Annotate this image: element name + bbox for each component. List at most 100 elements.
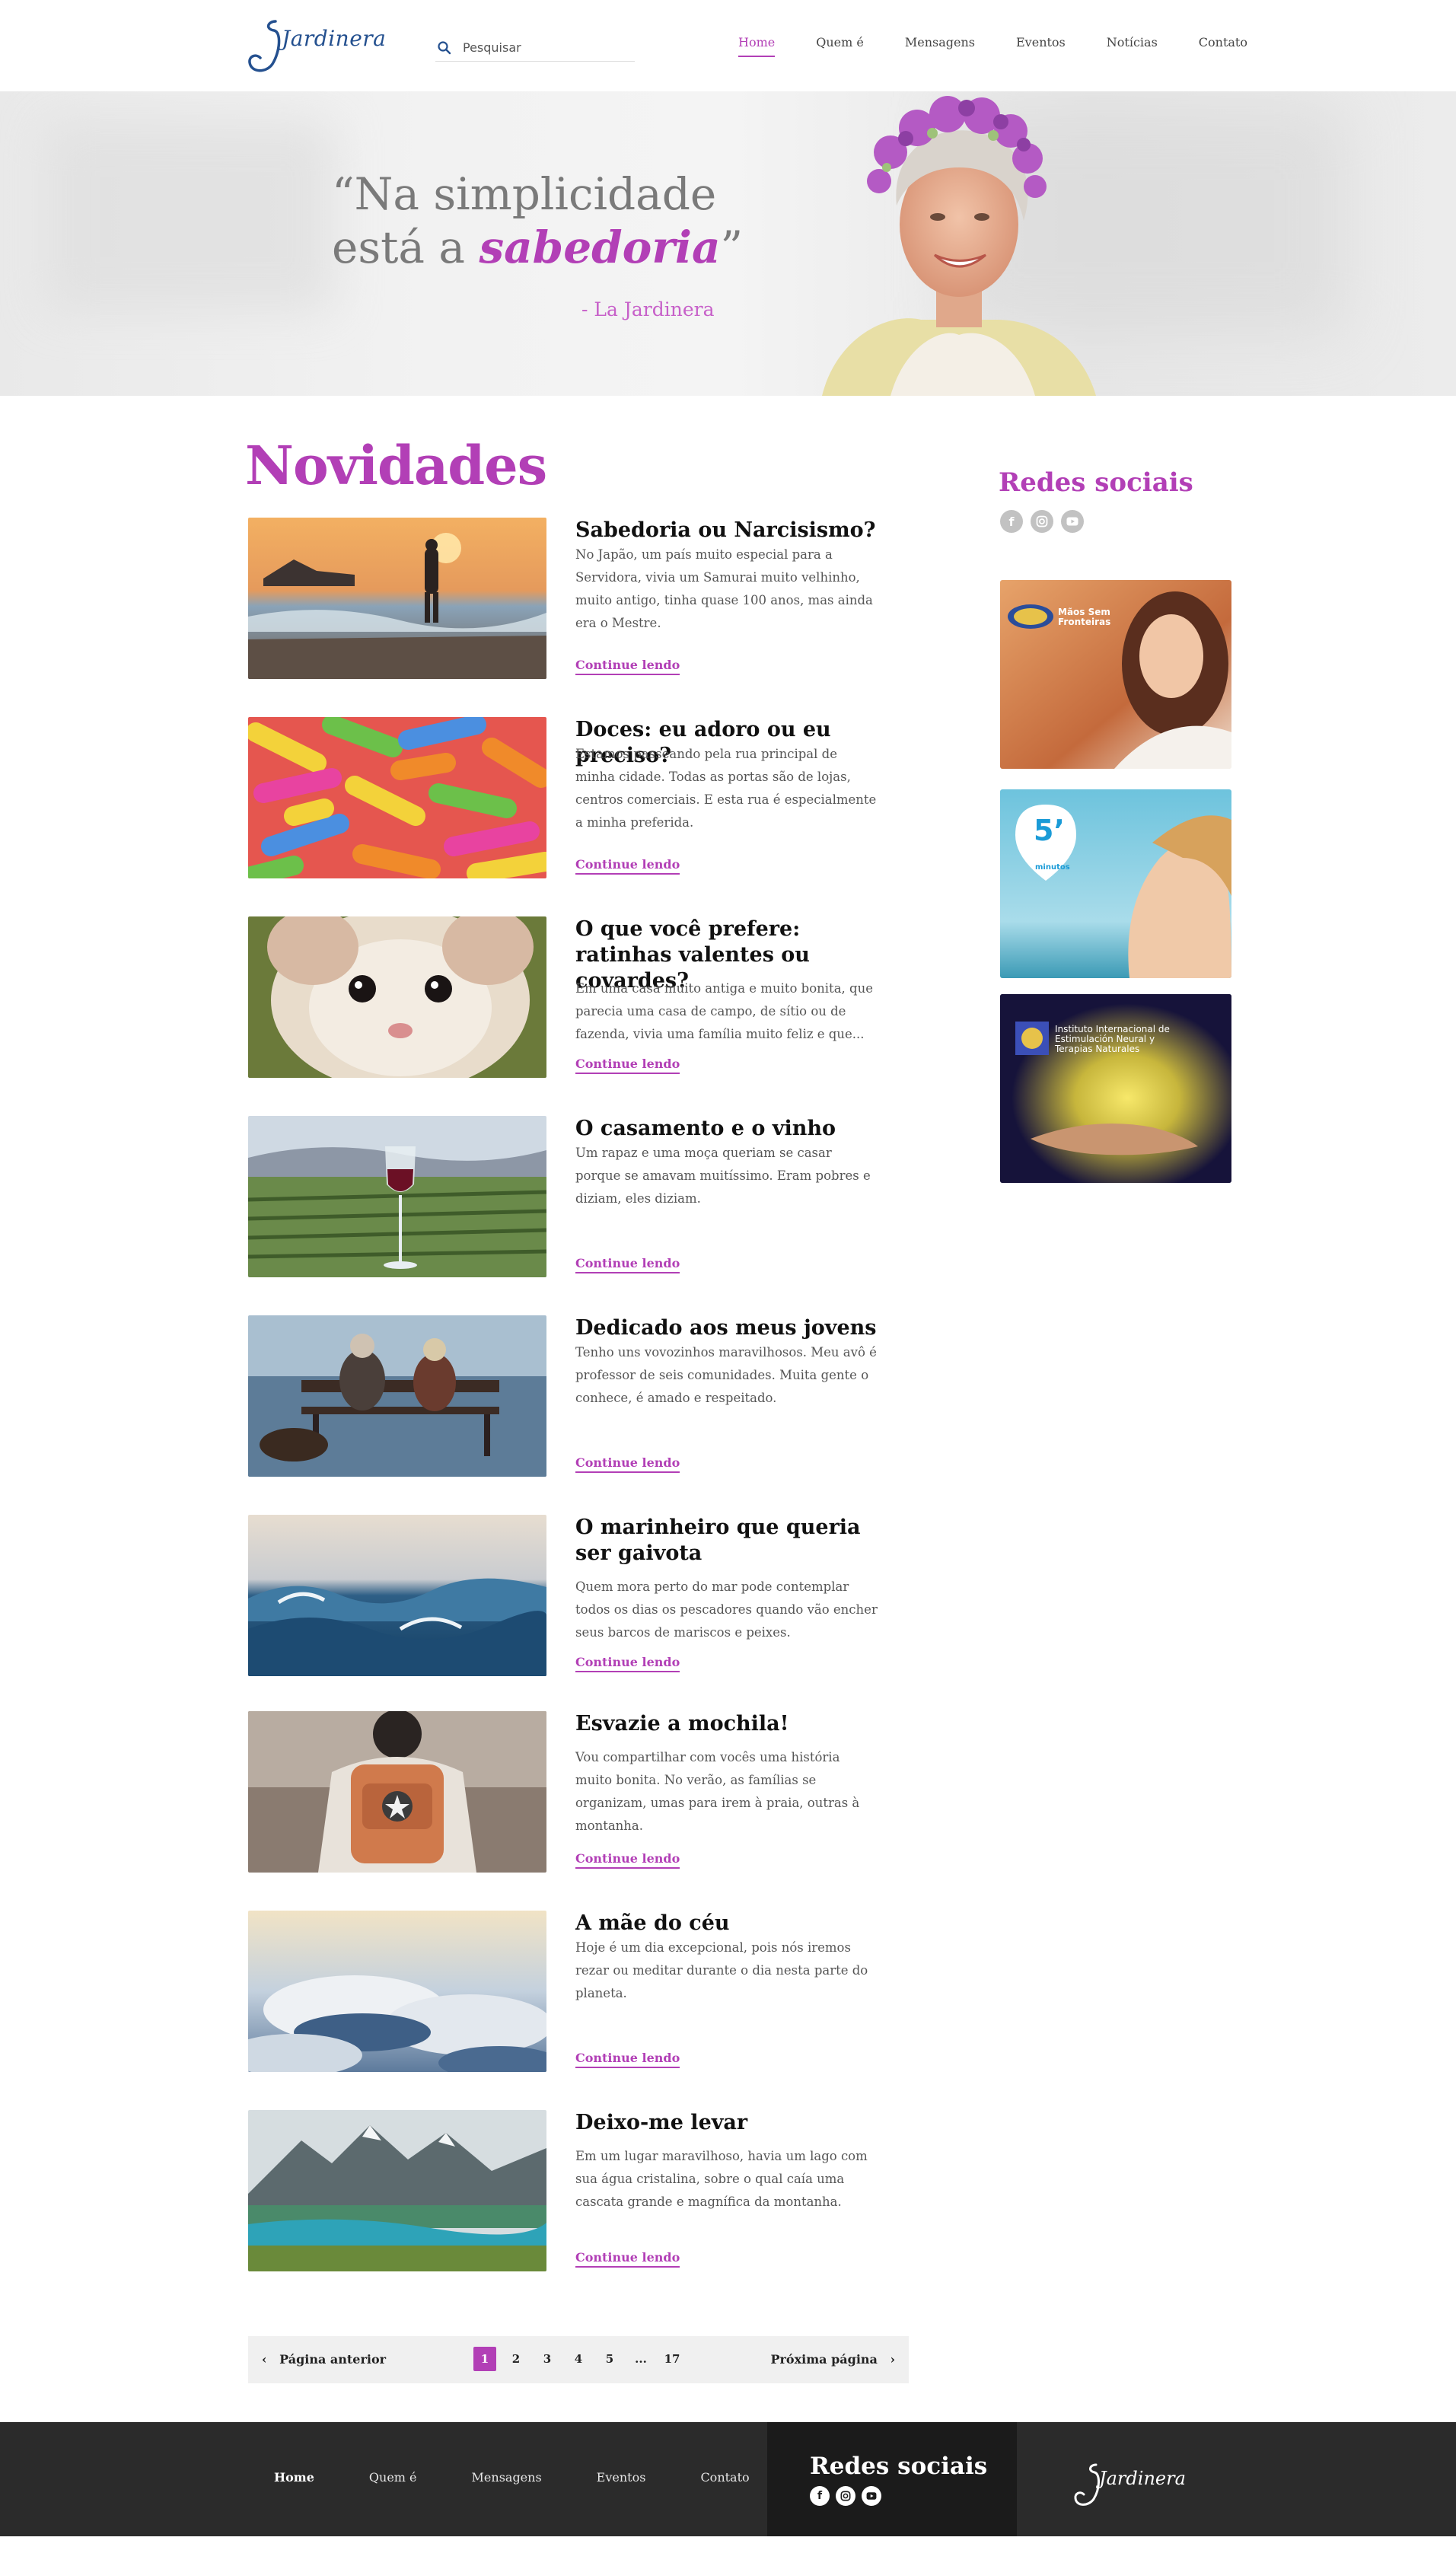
page-ellipsis: ... [635,2352,647,2366]
post-card: Doces: eu adoro ou eu preciso? Estamos p… [248,717,876,878]
sidebar-ad-maos-sem-fronteiras[interactable]: Mãos Sem Fronteiras [1000,580,1231,769]
site-footer: Home Quem é Mensagens Eventos Contato Re… [0,2422,1456,2536]
footer-nav-contato[interactable]: Contato [700,2470,749,2485]
post-title[interactable]: Deixo-me levar [575,2110,880,2136]
previous-page-button[interactable]: ‹ Página anterior [262,2352,386,2367]
continue-reading-link[interactable]: Continue lendo [575,1057,680,1074]
page-2[interactable]: 2 [505,2347,527,2371]
post-excerpt: Em uma casa muito antiga e muito bonita,… [575,981,873,1041]
instagram-icon[interactable] [836,2486,855,2506]
nav-mensagens[interactable]: Mensagens [905,35,975,57]
ad-text: Instituto Internacional de Estimulación … [1055,1024,1170,1054]
post-card: A mãe do céu Hoje é um dia excepcional, … [248,1911,872,2072]
main-nav: Home Quem é Mensagens Eventos Notícias C… [738,35,1247,57]
next-page-button[interactable]: Próxima página › [770,2352,895,2367]
instagram-icon[interactable] [1031,510,1053,533]
footer-logo-text: Jardinera [1099,2468,1186,2489]
page-4[interactable]: 4 [567,2347,590,2371]
post-card: O casamento e o vinho Um rapaz e uma moç… [248,1116,872,1277]
nav-home[interactable]: Home [738,35,776,57]
post-title[interactable]: Sabedoria ou Narcisismo? [575,518,880,543]
continue-reading-link[interactable]: Continue lendo [575,2051,680,2068]
post-thumbnail[interactable] [248,1116,546,1277]
footer-nav-home[interactable]: Home [274,2470,314,2485]
continue-reading-link[interactable]: Continue lendo [575,857,680,875]
post-thumbnail[interactable] [248,916,546,1078]
site-logo[interactable]: Jardinera [245,14,386,79]
post-title[interactable]: A mãe do céu [575,1911,880,1936]
post-card: O que você prefere: ratinhas valentes ou… [248,916,873,1078]
next-page-label: Próxima página [770,2352,878,2367]
post-thumbnail[interactable] [248,2110,546,2271]
page-3[interactable]: 3 [536,2347,559,2371]
section-title: Novidades [245,434,547,497]
sidebar-ad-5-minutos[interactable]: 5’ minutos [1000,789,1231,978]
continue-reading-link[interactable]: Continue lendo [575,1851,680,1869]
post-title[interactable]: Dedicado aos meus jovens [575,1315,880,1341]
post-card: O marinheiro que queria ser gaivota Quem… [248,1515,878,1676]
hero-quote: “Na simplicidade está a sabedoria” [332,167,743,274]
search-bar[interactable] [435,34,635,62]
previous-page-label: Página anterior [279,2352,387,2367]
logo-text: Jardinera [282,26,387,51]
continue-reading-link[interactable]: Continue lendo [575,658,680,675]
post-excerpt: No Japão, um país muito especial para a … [575,547,873,630]
facebook-icon[interactable]: f [810,2486,830,2506]
post-card: Sabedoria ou Narcisismo? No Japão, um pa… [248,518,876,679]
nav-noticias[interactable]: Notícias [1107,35,1158,57]
post-thumbnail[interactable] [248,1911,546,2072]
search-icon[interactable] [437,40,452,56]
nav-contato[interactable]: Contato [1199,35,1247,57]
post-card: Esvazie a mochila! Vou compartilhar com … [248,1711,872,1873]
page-numbers: 1 2 3 4 5 ... 17 [473,2347,692,2371]
post-excerpt: Tenho uns vovozinhos maravilhosos. Meu a… [575,1345,877,1405]
post-thumbnail[interactable] [248,717,546,878]
post-title[interactable]: O marinheiro que queria ser gaivota [575,1515,880,1567]
hero-quote-prefix: está a [332,222,479,273]
facebook-icon[interactable]: f [1000,510,1023,533]
post-excerpt: Hoje é um dia excepcional, pois nós irem… [575,1940,868,2000]
hero-portrait-image [822,96,1096,396]
post-title[interactable]: Esvazie a mochila! [575,1711,880,1737]
post-excerpt: Estamos passeando pela rua principal de … [575,747,877,830]
footer-nav-mensagens[interactable]: Mensagens [472,2470,542,2485]
post-thumbnail[interactable] [248,1315,546,1477]
post-thumbnail[interactable] [248,518,546,679]
hero-quote-line2: está a sabedoria” [332,221,743,274]
nav-eventos[interactable]: Eventos [1016,35,1066,57]
pagination: ‹ Página anterior 1 2 3 4 5 ... 17 Próxi… [248,2336,909,2383]
page-1[interactable]: 1 [473,2347,496,2371]
footer-social-links: f [810,2486,887,2506]
search-input[interactable] [463,40,630,55]
footer-logo[interactable]: Jardinera [1072,2459,1186,2512]
youtube-icon[interactable] [862,2486,881,2506]
hero-quote-emphasis: sabedoria [479,222,721,273]
post-excerpt: Quem mora perto do mar pode contemplar t… [575,1579,878,1640]
page-17[interactable]: 17 [661,2347,683,2371]
ad-subtext: minutos [1035,863,1070,872]
ad-image [1000,994,1231,1183]
post-thumbnail[interactable] [248,1711,546,1873]
hero-banner: “Na simplicidade está a sabedoria” - La … [0,91,1456,396]
post-excerpt: Um rapaz e uma moça queriam se casar por… [575,1146,871,1206]
footer-social-title: Redes sociais [810,2453,988,2480]
continue-reading-link[interactable]: Continue lendo [575,1655,680,1672]
continue-reading-link[interactable]: Continue lendo [575,1455,680,1473]
continue-reading-link[interactable]: Continue lendo [575,1256,680,1273]
site-header: Jardinera Home Quem é Mensagens Eventos … [0,0,1456,91]
footer-social-box: Redes sociais f [767,2422,1017,2536]
page-5[interactable]: 5 [598,2347,621,2371]
post-thumbnail[interactable] [248,1515,546,1676]
continue-reading-link[interactable]: Continue lendo [575,2250,680,2268]
footer-nav: Home Quem é Mensagens Eventos Contato [274,2470,804,2485]
post-card: Deixo-me levar Em um lugar maravilhoso, … [248,2110,872,2271]
youtube-icon[interactable] [1061,510,1084,533]
sidebar-title: Redes sociais [999,467,1193,498]
sidebar-ad-instituto[interactable]: Instituto Internacional de Estimulación … [1000,994,1231,1183]
footer-nav-quem-e[interactable]: Quem é [369,2470,417,2485]
nav-quem-e[interactable]: Quem é [816,35,864,57]
post-title[interactable]: O casamento e o vinho [575,1116,880,1142]
hero-quote-line1: “Na simplicidade [332,168,717,220]
footer-nav-eventos[interactable]: Eventos [597,2470,646,2485]
hero-quote-close: ” [720,222,744,273]
